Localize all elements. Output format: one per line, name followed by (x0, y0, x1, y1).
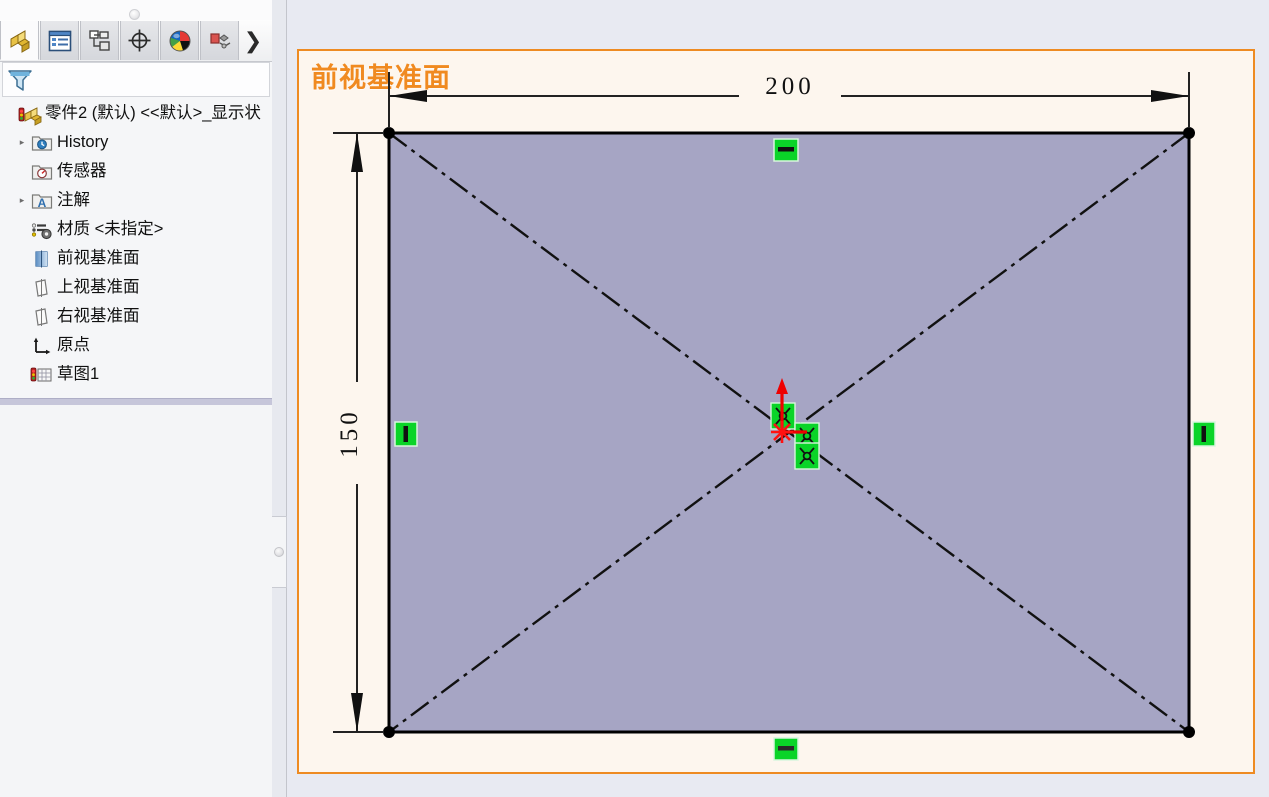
tree-item-annotations[interactable]: ▸ A 注解 (0, 186, 272, 215)
tree-item-top-plane[interactable]: 上视基准面 (0, 273, 272, 302)
tree-item-sensor[interactable]: 传感器 (0, 157, 272, 186)
tree-item-front-plane[interactable]: 前视基准面 (0, 244, 272, 273)
tree-item-part[interactable]: 零件2 (默认) <<默认>_显示状 (0, 99, 272, 128)
vertical-relation-left[interactable] (394, 421, 418, 447)
dimension-arrow-bottom (351, 693, 363, 732)
appearance-tab[interactable] (200, 21, 239, 60)
svg-text:A: A (38, 196, 47, 210)
panel-collapse-dot[interactable] (129, 9, 140, 20)
tree-empty-area (0, 405, 272, 797)
tree-item-history[interactable]: ▸ History (0, 128, 272, 157)
splitter-dot-icon (274, 547, 284, 557)
tree-item-label: 零件2 (默认) <<默认>_显示状 (45, 104, 261, 123)
origin-icon (30, 334, 54, 358)
tree-item-label: 原点 (57, 336, 90, 355)
sketch-canvas[interactable]: 200 150 (287, 0, 1269, 797)
tree-twisty[interactable]: ▸ (14, 137, 30, 148)
vertical-relation-right[interactable] (1192, 421, 1216, 447)
tree-item-label: 上视基准面 (57, 278, 140, 297)
tree-twisty[interactable]: ▸ (14, 195, 30, 206)
plane-top-icon (30, 276, 54, 300)
panel-splitter-handle[interactable] (272, 516, 287, 588)
configuration-manager-tab[interactable] (80, 21, 119, 60)
annotation-icon: A (30, 189, 54, 213)
height-dimension-text[interactable]: 150 (336, 408, 363, 458)
tree-item-label: 传感器 (57, 162, 107, 181)
graphics-viewport[interactable]: 前视基准面 200 150 (287, 0, 1269, 797)
property-manager-tab[interactable] (40, 21, 79, 60)
tree-item-label: 注解 (57, 191, 90, 210)
horizontal-relation-bottom[interactable] (773, 737, 799, 761)
width-dimension[interactable]: 200 (388, 70, 1190, 128)
manager-tab-strip: ❯ (0, 20, 273, 62)
tree-item-right-plane[interactable]: 右视基准面 (0, 302, 272, 331)
panel-collapse-bar[interactable] (0, 0, 273, 21)
solidworks-window: ❯ 零件2 (默认) <<默认>_显示状 ▸ History 传感器 ▸ A 注… (0, 0, 1269, 797)
horizontal-relation-top[interactable] (773, 138, 799, 162)
sensor-icon (30, 160, 54, 184)
dimension-arrow-right (1151, 90, 1189, 102)
filter-funnel-icon[interactable] (5, 65, 35, 95)
sketch-point-bottom-right[interactable] (1183, 726, 1195, 738)
dimension-arrow-top (351, 133, 363, 172)
feature-tree-icon (10, 30, 30, 53)
tree-item-label: History (57, 133, 109, 152)
dimxpert-manager-tab[interactable] (120, 21, 159, 60)
target-crosshair-icon (128, 29, 151, 52)
plane-front-icon (30, 247, 54, 271)
dimension-arrow-left (389, 90, 427, 102)
plane-right-icon (30, 305, 54, 329)
display-manager-tab[interactable] (160, 21, 199, 60)
sketch-point-top-right[interactable] (1183, 127, 1195, 139)
property-list-icon (48, 30, 71, 51)
sketch-icon (30, 363, 54, 387)
sketch-point-bottom-left[interactable] (383, 726, 395, 738)
tree-item-label: 材质 <未指定> (57, 220, 164, 239)
tree-item-label: 前视基准面 (57, 249, 140, 268)
tree-filter-bar[interactable] (2, 62, 270, 97)
tree-section-divider (0, 398, 272, 405)
history-icon (30, 131, 54, 155)
configuration-icon (88, 29, 110, 51)
feature-tree: 零件2 (默认) <<默认>_显示状 ▸ History 传感器 ▸ A 注解 … (0, 99, 272, 399)
tree-item-origin[interactable]: 原点 (0, 331, 272, 360)
width-dimension-text[interactable]: 200 (765, 73, 815, 100)
feature-manager-tab[interactable] (0, 21, 39, 60)
midpoint-relation-3[interactable] (794, 442, 820, 470)
height-dimension[interactable]: 150 (333, 132, 384, 733)
origin-point[interactable] (771, 421, 793, 443)
feature-manager-panel: ❯ 零件2 (默认) <<默认>_显示状 ▸ History 传感器 ▸ A 注… (0, 0, 273, 797)
material-icon (30, 218, 54, 242)
sketch-point-top-left[interactable] (383, 127, 395, 139)
panel-splitter[interactable] (272, 0, 287, 797)
tree-item-material[interactable]: 材质 <未指定> (0, 215, 272, 244)
tree-item-sketch1[interactable]: 草图1 (0, 360, 272, 389)
tree-item-label: 右视基准面 (57, 307, 140, 326)
render-icon (209, 32, 230, 48)
color-sphere-icon (169, 30, 190, 51)
tab-overflow-button[interactable]: ❯ (239, 28, 267, 54)
part-icon (18, 102, 42, 126)
tree-item-label: 草图1 (57, 365, 100, 384)
